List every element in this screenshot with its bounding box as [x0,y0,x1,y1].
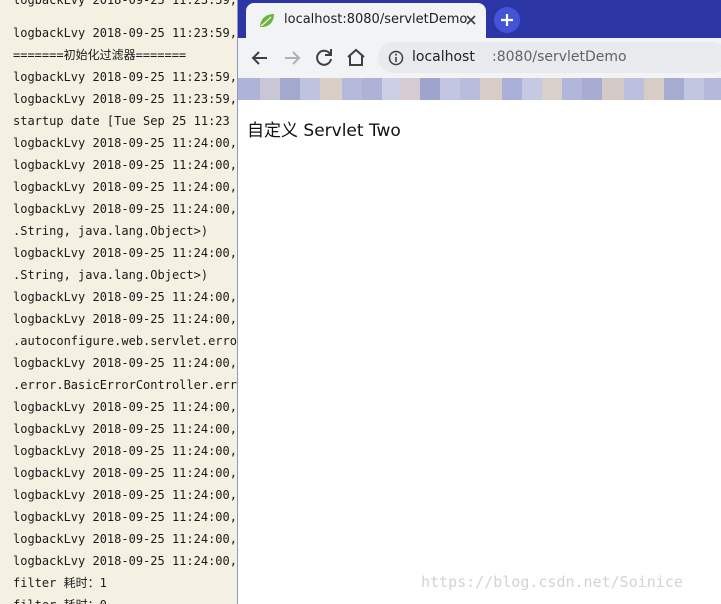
info-icon[interactable] [388,50,404,66]
watermark: https://blog.csdn.net/Soinice [421,573,683,591]
console-line: startup date [Tue Sep 25 11:23 [13,114,230,128]
url-path: :8080/servletDemo [492,49,627,65]
console-line: logbackLvy 2018-09-25 11:24:00,1 [13,422,240,436]
console-line: logbackLvy 2018-09-25 11:23:59,6 [13,70,240,84]
console-line: logbackLvy 2018-09-25 11:23:59,9 [13,92,240,106]
console-line: logbackLvy 2018-09-25 11:24:00,5 [13,510,240,524]
page-body-text: 自定义 Servlet Two [247,121,401,141]
bookmarks-bar-blurred [238,78,721,100]
console-line: logbackLvy 2018-09-25 11:24:00,1 [13,202,240,216]
console-line: filter 耗时：0 [13,598,107,604]
console-line: logbackLvy 2018-09-25 11:23:59,4 [13,26,240,40]
spring-leaf-icon [260,14,274,27]
console-line: =======初始化过滤器======= [13,48,187,62]
console-line: logbackLvy 2018-09-25 11:24:00,1 [13,158,240,172]
tab-title: localhost:8080/servletDemo [284,12,468,27]
reload-icon[interactable] [312,46,336,70]
browser-window: localhost :8080/servletDemo localhost:80… [237,0,721,604]
console-line: .error.BasicErrorController.err [13,378,237,392]
home-icon[interactable] [344,46,368,70]
console-line: logbackLvy 2018-09-25 11:24:00,1 [13,290,240,304]
console-line: filter 耗时：1 [13,576,107,590]
console-line: logbackLvy 2018-09-25 11:24:00,4 [13,444,240,458]
console-line: logbackLvy 2018-09-25 11:24:00,5 [13,532,240,546]
console-line: logbackLvy 2018-09-25 11:24:00,1 [13,312,240,326]
address-bar[interactable]: localhost :8080/servletDemo [378,42,721,73]
console-line: logbackLvy 2018-09-25 11:24:00,6 [13,554,240,568]
close-icon[interactable] [464,13,478,27]
console-line: .autoconfigure.web.servlet.erro [13,334,237,348]
console-line: logbackLvy 2018-09-25 11:23:59,4 [13,0,240,7]
page-viewport: 自定义 Servlet Two https://blog.csdn.net/So… [238,100,721,604]
browser-tab[interactable]: localhost:8080/servletDemo [246,3,486,38]
console-line: logbackLvy 2018-09-25 11:24:00,5 [13,466,240,480]
console-line: logbackLvy 2018-09-25 11:24:00,1 [13,400,240,414]
new-tab-button[interactable] [494,7,520,33]
tab-strip: localhost:8080/servletDemo [238,0,721,38]
console-output: logbackLvy 2018-09-25 11:23:59,4 logbackL… [0,0,240,604]
forward-arrow-icon[interactable] [280,46,304,70]
plus-icon [501,14,513,26]
url-host: localhost [412,49,475,65]
console-line: logbackLvy 2018-09-25 11:24:00,1 [13,136,240,150]
console-line: logbackLvy 2018-09-25 11:24:00,1 [13,356,240,370]
console-line: .String, java.lang.Object>) [13,224,209,238]
console-line: logbackLvy 2018-09-25 11:24:00,1 [13,246,240,260]
console-line: .String, java.lang.Object>) [13,268,209,282]
console-line: logbackLvy 2018-09-25 11:24:00,1 [13,180,240,194]
console-line: logbackLvy 2018-09-25 11:24:00,5 [13,488,240,502]
back-arrow-icon[interactable] [248,46,272,70]
browser-toolbar: localhost :8080/servletDemo [238,38,721,78]
